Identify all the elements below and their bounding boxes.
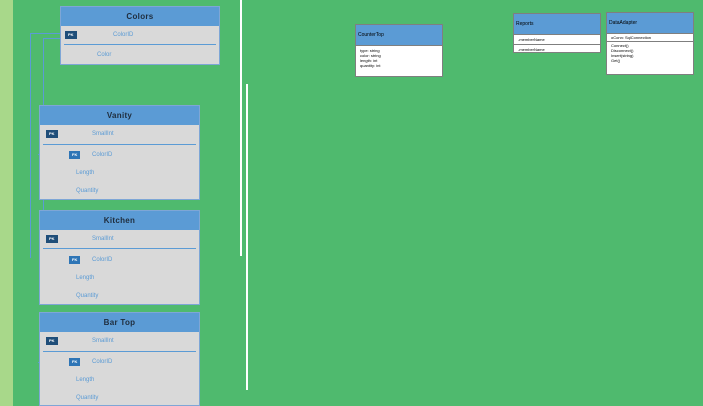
- colors-pk-field: ColorID: [113, 32, 134, 38]
- colors-row-divider: [64, 44, 216, 45]
- kitchen-field-quantity: Quantity: [76, 293, 99, 299]
- canvas-divider-bottom: [246, 84, 248, 390]
- relationship-line-top: [30, 33, 62, 34]
- vanity-table-title: Vanity: [40, 106, 199, 125]
- kitchen-pk-field: SmallInt: [92, 236, 114, 242]
- left-margin-strip: [0, 0, 13, 406]
- colors-table[interactable]: Colors PK ColorID Color: [60, 6, 220, 65]
- countertop-attr: quantity: int: [360, 63, 381, 68]
- bartop-fk-field: ColorID: [92, 359, 113, 365]
- reports-separator: [514, 44, 600, 45]
- reports-class-title: Reports: [514, 14, 600, 34]
- vanity-fk-field: ColorID: [92, 152, 113, 158]
- vanity-row-divider: [43, 144, 196, 145]
- dataadapter-method: Get(): [611, 58, 621, 63]
- vanity-field-quantity: Quantity: [76, 188, 99, 194]
- countertop-class[interactable]: CounterTop type: string color: string le…: [355, 24, 443, 77]
- vanity-pk-field: SmallInt: [92, 131, 114, 137]
- reports-attr: -memberName: [518, 47, 545, 52]
- bartop-field-quantity: Quantity: [76, 395, 99, 401]
- dataadapter-separator: [607, 41, 693, 42]
- bartop-table[interactable]: Bar Top PK SmallInt FK ColorID Length Qu…: [39, 312, 200, 406]
- colors-field-color: Color: [97, 52, 112, 58]
- kitchen-table-title: Kitchen: [40, 211, 199, 230]
- bartop-table-title: Bar Top: [40, 313, 199, 332]
- vanity-field-length: Length: [76, 170, 95, 176]
- dataadapter-field: oConn: SqlConnection: [611, 35, 652, 40]
- reports-class[interactable]: Reports -memberName -memberName: [513, 13, 601, 53]
- bartop-field-length: Length: [76, 377, 95, 383]
- countertop-class-title: CounterTop: [356, 25, 442, 45]
- kitchen-field-length: Length: [76, 275, 95, 281]
- dataadapter-class[interactable]: DataAdapter oConn: SqlConnection Connect…: [606, 12, 694, 75]
- relationship-line-vertical: [30, 33, 31, 258]
- kitchen-row-divider: [43, 248, 196, 249]
- bartop-row-divider: [43, 351, 196, 352]
- canvas-divider-top: [240, 0, 242, 256]
- colors-table-title: Colors: [61, 7, 219, 26]
- reports-attr: -memberName: [518, 37, 545, 42]
- kitchen-table[interactable]: Kitchen PK SmallInt FK ColorID Length Qu…: [39, 210, 200, 305]
- bartop-pk-field: SmallInt: [92, 338, 114, 344]
- vanity-table[interactable]: Vanity PK SmallInt FK ColorID Length Qua…: [39, 105, 200, 200]
- kitchen-fk-field: ColorID: [92, 257, 113, 263]
- dataadapter-class-title: DataAdapter: [607, 13, 693, 33]
